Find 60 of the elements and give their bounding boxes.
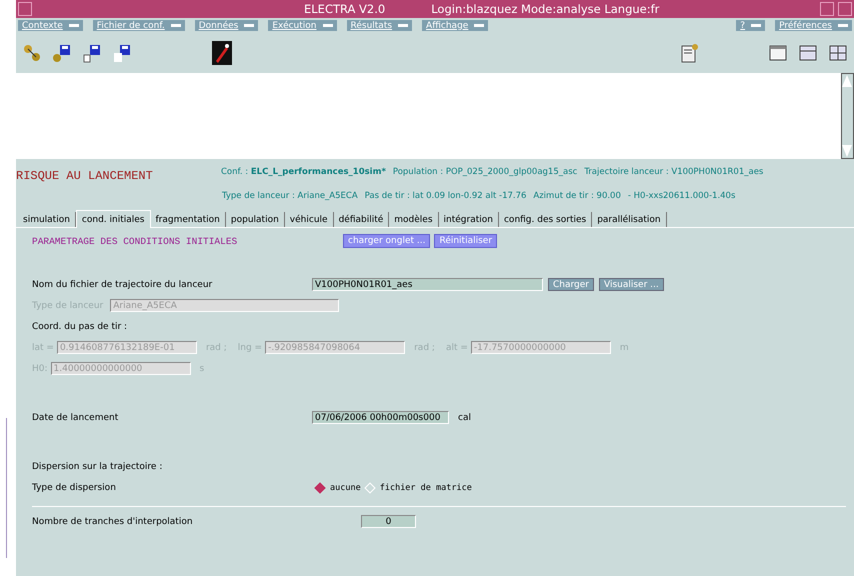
minimize-icon[interactable] — [820, 2, 834, 16]
split-icon[interactable] — [828, 43, 848, 63]
field-label: Date de lancement — [32, 412, 120, 422]
dropdown-icon — [474, 24, 484, 27]
connect-icon[interactable] — [22, 43, 42, 63]
header-info: Conf. : ELC_L_performances_10sim* — [221, 167, 386, 177]
window-menu-icon[interactable] — [18, 2, 32, 16]
field-label: Type de dispersion — [32, 482, 117, 492]
menu-button[interactable]: Fichier de conf. — [92, 20, 185, 31]
action-button[interactable]: charger onglet ... — [343, 234, 430, 248]
input-field[interactable]: -.920985847098064 — [265, 341, 406, 354]
section-label: Dispersion sur la trajectoire : — [32, 462, 162, 472]
window-title: ELECTRA V2.0 — [304, 2, 386, 16]
scrollbar[interactable] — [841, 73, 854, 159]
header-info: Azimut de tir : 90.00 — [533, 191, 621, 201]
panel-title: PARAMETRAGE DES CONDITIONS INITIALES — [32, 236, 238, 246]
header-info: - H0-xxs20611.000-1.40s — [628, 191, 736, 201]
action-button[interactable]: Charger — [548, 278, 594, 291]
layout-icon[interactable] — [798, 43, 818, 63]
menu-button[interactable]: Contexte — [18, 20, 83, 31]
menu-button[interactable]: Affichage — [422, 20, 488, 31]
radio-icon[interactable] — [314, 482, 326, 494]
menu-button[interactable]: Résultats — [346, 20, 412, 31]
header-info: Pas de tir : lat 0.09 lon-0.92 alt -17.76 — [364, 191, 526, 201]
tab[interactable]: cond. initiales — [76, 210, 150, 228]
section-label: Coord. du pas de tir : — [32, 322, 128, 332]
session-info: Login:blazquez Mode:analyse Langue:fr — [431, 2, 660, 16]
save-as-icon[interactable] — [82, 43, 102, 63]
save-new-icon[interactable] — [112, 43, 132, 63]
rocket-icon[interactable] — [212, 41, 232, 65]
action-button[interactable]: Visualiser ... — [599, 278, 664, 291]
menu-button[interactable]: Exécution — [268, 20, 336, 31]
save-icon[interactable] — [52, 43, 72, 63]
input-field[interactable]: 07/06/2006 00h00m00s000 — [312, 411, 449, 424]
unit-label: cal — [458, 412, 471, 422]
input-field[interactable]: 0 — [361, 515, 416, 528]
dropdown-icon — [751, 24, 762, 27]
input-field[interactable]: -17.7570000000000 — [470, 341, 611, 354]
menu-button[interactable]: Données — [194, 20, 258, 31]
dropdown-icon — [244, 24, 254, 27]
field-label: Nom du fichier de trajectoire du lanceur — [32, 280, 214, 290]
maximize-icon[interactable] — [838, 2, 852, 16]
document-icon[interactable] — [680, 43, 700, 63]
field-label: Nombre de tranches d'interpolation — [32, 516, 194, 526]
dropdown-icon — [170, 24, 181, 27]
section-title: RISQUE AU LANCEMENT — [16, 168, 154, 185]
window-icon[interactable] — [768, 43, 788, 63]
header-info: Trajectoire lanceur : V100PH0N01R01_aes — [584, 167, 764, 177]
radio-option[interactable]: fichier de matrice — [366, 482, 472, 492]
menu-button[interactable]: Préférences — [775, 20, 852, 31]
header-info: Population : POP_025_2000_glp00ag15_asc — [392, 167, 578, 177]
dropdown-icon — [838, 24, 848, 27]
menu-button[interactable]: ? — [736, 20, 766, 31]
dropdown-icon — [398, 24, 408, 27]
radio-option[interactable]: aucune — [316, 482, 361, 492]
input-field[interactable]: V100PH0N01R01_aes — [312, 278, 543, 291]
header-info: Type de lanceur : Ariane_A5ECA — [222, 191, 358, 201]
dropdown-icon — [322, 24, 332, 27]
action-button[interactable]: Réinitialiser — [434, 234, 498, 248]
dropdown-icon — [68, 24, 79, 27]
